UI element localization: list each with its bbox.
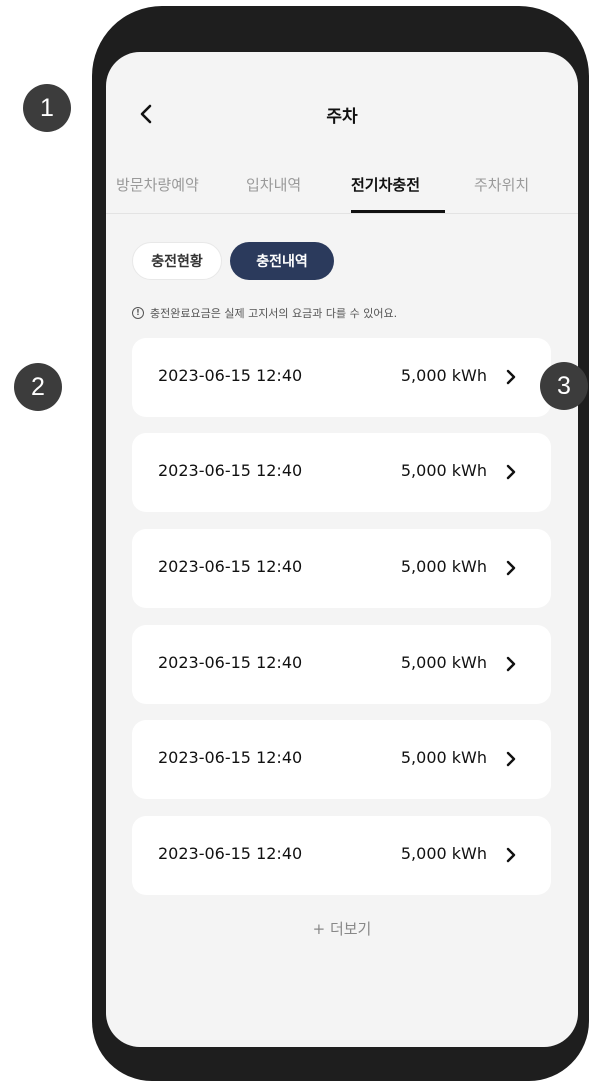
page-title: 주차 xyxy=(326,107,358,127)
item-datetime: 2023-06-15 12:40 xyxy=(158,748,303,767)
item-datetime: 2023-06-15 12:40 xyxy=(158,461,303,480)
item-energy: 5,000 kWh xyxy=(400,557,487,576)
segment-charging-history[interactable]: 충전내역 xyxy=(230,242,334,280)
item-datetime: 2023-06-15 12:40 xyxy=(158,557,303,576)
tab-bar: 방문차량예약 입차내역 전기차충전 주차위치 xyxy=(106,174,578,214)
chevron-right-icon xyxy=(506,560,516,576)
notice-text: 충전완료요금은 실제 고지서의 요금과 다를 수 있어요. xyxy=(150,307,398,320)
chevron-right-icon xyxy=(506,751,516,767)
list-item[interactable]: 2023-06-15 12:40 5,000 kWh xyxy=(132,338,551,417)
step-marker-2: 2 xyxy=(14,363,62,411)
item-energy: 5,000 kWh xyxy=(400,366,487,385)
chevron-right-icon xyxy=(506,369,516,385)
active-tab-indicator xyxy=(351,210,445,213)
info-icon: ! xyxy=(132,307,144,319)
chevron-right-icon xyxy=(506,656,516,672)
item-energy: 5,000 kWh xyxy=(400,844,487,863)
canvas: 주차 방문차량예약 입차내역 전기차충전 주차위치 충전현황 충전내역 ! 충전… xyxy=(0,0,589,1081)
list-item[interactable]: 2023-06-15 12:40 5,000 kWh xyxy=(132,625,551,704)
chevron-right-icon xyxy=(506,464,516,480)
list-item[interactable]: 2023-06-15 12:40 5,000 kWh xyxy=(132,529,551,608)
chevron-right-icon xyxy=(506,847,516,863)
segment-charging-status[interactable]: 충전현황 xyxy=(132,242,222,280)
tab-visitor-reservation[interactable]: 방문차량예약 xyxy=(116,174,199,195)
list-item[interactable]: 2023-06-15 12:40 5,000 kWh xyxy=(132,816,551,895)
step-marker-1: 1 xyxy=(23,84,71,132)
notice: ! 충전완료요금은 실제 고지서의 요금과 다를 수 있어요. xyxy=(132,305,397,321)
phone-screen: 주차 방문차량예약 입차내역 전기차충전 주차위치 충전현황 충전내역 ! 충전… xyxy=(106,52,578,1047)
load-more-button[interactable]: + 더보기 xyxy=(106,918,578,939)
list-item[interactable]: 2023-06-15 12:40 5,000 kWh xyxy=(132,433,551,512)
tab-ev-charging[interactable]: 전기차충전 xyxy=(351,174,420,195)
app-header: 주차 xyxy=(106,92,578,136)
item-energy: 5,000 kWh xyxy=(400,653,487,672)
item-datetime: 2023-06-15 12:40 xyxy=(158,366,303,385)
step-marker-3: 3 xyxy=(540,362,588,410)
item-energy: 5,000 kWh xyxy=(400,748,487,767)
tab-parking-location[interactable]: 주차위치 xyxy=(474,174,529,195)
list-item[interactable]: 2023-06-15 12:40 5,000 kWh xyxy=(132,720,551,799)
item-energy: 5,000 kWh xyxy=(400,461,487,480)
item-datetime: 2023-06-15 12:40 xyxy=(158,844,303,863)
tab-entry-history[interactable]: 입차내역 xyxy=(246,174,301,195)
item-datetime: 2023-06-15 12:40 xyxy=(158,653,303,672)
